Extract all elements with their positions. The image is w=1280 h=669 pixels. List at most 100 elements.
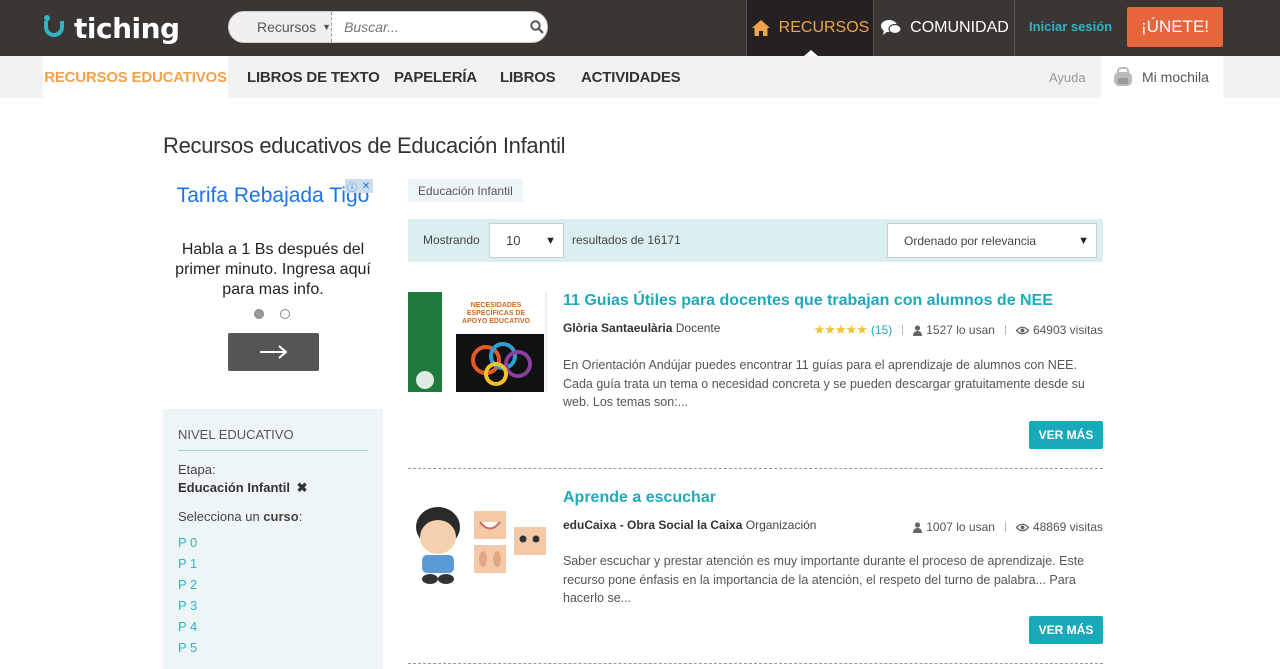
logo-mark-icon <box>42 15 68 41</box>
views-count: 48869 visitas <box>1032 520 1103 534</box>
login-link[interactable]: Iniciar sesión <box>1029 19 1112 34</box>
ver-mas-button[interactable]: VER MÁS <box>1029 616 1103 644</box>
results-count: resultados de 16171 <box>572 233 681 247</box>
search-bar: Recursos ▼ <box>228 11 548 43</box>
result-stats: 1007 lo usan 48869 visitas <box>913 520 1103 534</box>
rating-stars: ★★★★★ <box>813 322 868 337</box>
result-description: Saber escuchar y prestar atención es muy… <box>563 554 1085 605</box>
join-button[interactable]: ¡ÚNETE! <box>1127 7 1223 47</box>
ad-close-icon[interactable]: ✕ <box>359 179 373 193</box>
result-author: eduCaixa - Obra Social la Caixa Organiza… <box>563 518 816 532</box>
result-thumbnail[interactable]: NECESIDADES ESPECÍFICAS DE APOYO EDUCATI… <box>408 292 548 392</box>
course-list: P 0 P 1 P 2 P 3 P 4 P 5 <box>178 532 368 658</box>
ad-body: Habla a 1 Bs después del primer minuto. … <box>175 241 371 298</box>
ad-info-icon[interactable]: ⓘ <box>345 179 359 194</box>
result-item: Aprende a escuchar eduCaixa - Obra Socia… <box>408 489 1103 665</box>
arrow-right-icon <box>259 345 288 359</box>
course-prompt-suffix: : <box>298 509 303 524</box>
eye-icon <box>1015 523 1029 532</box>
course-prompt-prefix: Selecciona un <box>178 509 264 524</box>
views-count: 64903 visitas <box>1032 323 1103 337</box>
search-input[interactable] <box>332 12 527 42</box>
secondary-nav: RECURSOS EDUCATIVOS LIBROS DE TEXTO PAPE… <box>0 56 1280 98</box>
stage-label: Etapa: <box>178 462 216 477</box>
help-link[interactable]: Ayuda <box>1049 70 1086 85</box>
course-link-p2[interactable]: P 2 <box>178 574 368 595</box>
result-description: En Orientación Andújar puedes encontrar … <box>563 358 1085 409</box>
home-icon <box>751 19 771 37</box>
level-filter-panel: NIVEL EDUCATIVO Etapa: Educación Infanti… <box>163 409 383 669</box>
ad-badges: ⓘ ✕ <box>345 179 373 194</box>
ad-dot[interactable] <box>280 309 290 319</box>
nav-recursos[interactable]: RECURSOS <box>746 0 874 56</box>
ad-banner[interactable]: Tarifa Rebajada Tigo ⓘ ✕ Habla a 1 Bs de… <box>163 179 383 389</box>
chevron-down-icon: ▼ <box>545 234 556 247</box>
result-author: Glòria Santaeulària Docente <box>563 321 720 335</box>
remove-filter-icon[interactable]: ✖ <box>297 480 308 495</box>
active-filter-tag[interactable]: Educación Infantil <box>408 179 523 202</box>
course-link-p3[interactable]: P 3 <box>178 595 368 616</box>
logo[interactable]: tiching <box>42 8 180 48</box>
user-icon <box>913 521 923 533</box>
backpack-icon <box>1112 67 1134 87</box>
backpack-label: Mi mochila <box>1142 69 1209 85</box>
ad-next-button[interactable] <box>228 333 319 371</box>
rating-count[interactable]: (15) <box>871 323 892 337</box>
search-category-label: Recursos <box>257 19 317 35</box>
uses-count: 1527 lo usan <box>926 323 995 337</box>
result-thumbnail[interactable] <box>408 497 548 587</box>
tab-recursos-educativos[interactable]: RECURSOS EDUCATIVOS <box>43 56 228 98</box>
tab-actividades[interactable]: ACTIVIDADES <box>581 56 681 98</box>
author-role: Docente <box>675 321 721 335</box>
search-button[interactable] <box>526 12 547 42</box>
tab-libros[interactable]: LIBROS <box>500 56 556 98</box>
nav-comunidad[interactable]: COMUNIDAD <box>875 0 1015 56</box>
result-divider <box>408 468 1103 469</box>
results-toolbar: Mostrando 10 ▼ resultados de 16171 Orden… <box>408 219 1103 262</box>
tab-libros-de-texto[interactable]: LIBROS DE TEXTO <box>247 56 380 98</box>
course-link-p4[interactable]: P 4 <box>178 616 368 637</box>
page-title: Recursos educativos de Educación Infanti… <box>163 133 566 158</box>
course-link-p1[interactable]: P 1 <box>178 553 368 574</box>
author-name[interactable]: Glòria Santaeulària <box>563 321 672 335</box>
result-title[interactable]: 11 Guias Útiles para docentes que trabaj… <box>563 292 1053 310</box>
per-page-select[interactable]: 10 ▼ <box>489 223 564 258</box>
stat-divider <box>1004 325 1006 335</box>
filter-heading: NIVEL EDUCATIVO <box>178 427 368 451</box>
backpack-button[interactable]: Mi mochila <box>1101 56 1223 98</box>
sort-select[interactable]: Ordenado por relevancia ▼ <box>887 223 1097 258</box>
chevron-down-icon: ▼ <box>1078 234 1089 247</box>
top-bar: tiching Recursos ▼ RECURSOS COMUNIDAD In… <box>0 0 1280 56</box>
result-divider <box>408 663 1103 664</box>
result-title[interactable]: Aprende a escuchar <box>563 489 716 507</box>
search-icon <box>529 20 544 34</box>
author-role: Organización <box>745 518 817 532</box>
tab-papeleria[interactable]: PAPELERÍA <box>394 56 477 98</box>
stat-divider <box>902 325 904 335</box>
user-icon <box>913 324 923 336</box>
thumbnail-caption: NECESIDADES ESPECÍFICAS DE APOYO EDUCATI… <box>462 302 530 325</box>
search-category-select[interactable]: Recursos ▼ <box>229 12 333 42</box>
result-stats: ★★★★★ (15) 1527 lo usan 64903 visitas <box>814 322 1103 338</box>
ad-pagination <box>254 309 290 319</box>
eye-icon <box>1015 326 1029 335</box>
per-page-value: 10 <box>506 233 521 248</box>
course-prompt: Selecciona un curso: <box>178 509 368 524</box>
selected-stage: Educación Infantil ✖ <box>178 480 368 496</box>
course-prompt-word: curso <box>263 509 299 524</box>
chevron-down-icon: ▼ <box>322 22 332 32</box>
selected-stage-label: Educación Infantil <box>178 480 290 495</box>
author-name[interactable]: eduCaixa - Obra Social la Caixa <box>563 518 742 532</box>
ver-mas-button[interactable]: VER MÁS <box>1029 421 1103 449</box>
logo-text: tiching <box>74 11 180 45</box>
showing-label: Mostrando <box>423 233 480 247</box>
sort-value: Ordenado por relevancia <box>904 233 1037 248</box>
nav-recursos-label: RECURSOS <box>778 19 870 36</box>
course-link-p5[interactable]: P 5 <box>178 637 368 658</box>
chat-icon <box>880 19 902 37</box>
nav-comunidad-label: COMUNIDAD <box>910 19 1009 36</box>
course-link-p0[interactable]: P 0 <box>178 532 368 553</box>
ad-dot-active[interactable] <box>254 309 264 319</box>
result-item: NECESIDADES ESPECÍFICAS DE APOYO EDUCATI… <box>408 292 1103 469</box>
stat-divider <box>1004 522 1006 532</box>
